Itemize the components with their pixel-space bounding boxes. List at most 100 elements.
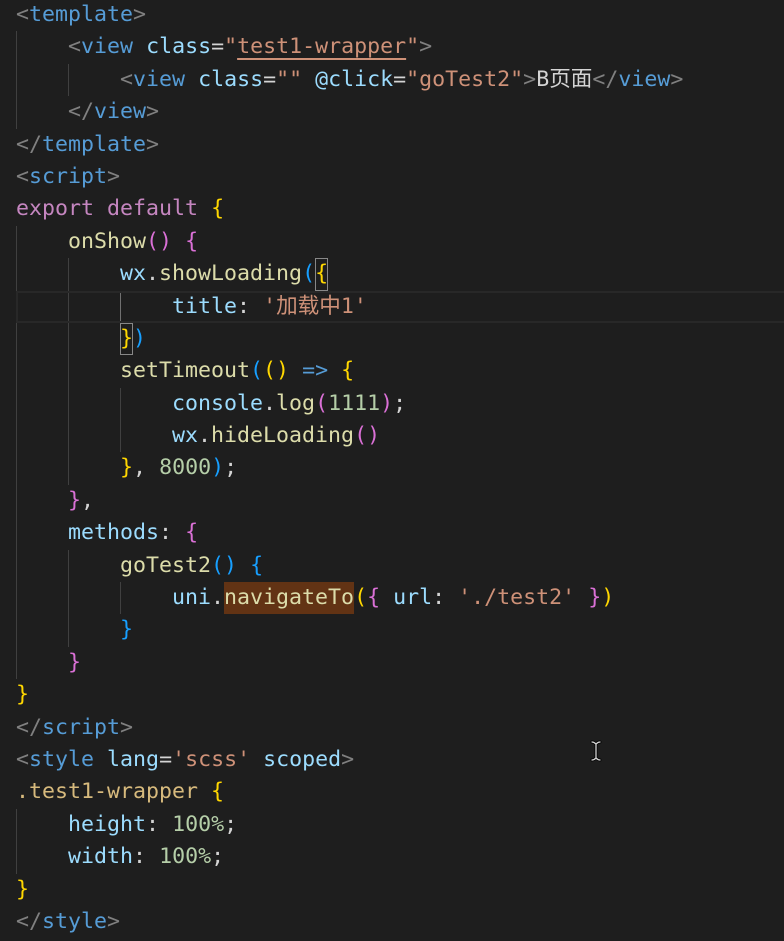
code-token-op[interactable]: =	[211, 34, 224, 59]
code-token-punct[interactable]: <	[120, 67, 133, 92]
code-token-tag[interactable]: template	[29, 2, 133, 27]
code-token-b2[interactable]: ()	[146, 229, 172, 254]
code-token-var[interactable]: console	[172, 391, 263, 416]
code-token-var[interactable]: height	[68, 812, 146, 837]
code-line[interactable]: console.log(1111);	[0, 387, 784, 421]
code-line[interactable]: }, 8000);	[0, 452, 784, 485]
code-token-op[interactable]: =	[263, 67, 276, 92]
code-token-attr[interactable]: class	[198, 67, 263, 92]
code-token-ws[interactable]	[445, 585, 458, 610]
code-line[interactable]: }	[0, 646, 784, 680]
code-token-tag[interactable]: script	[42, 715, 120, 740]
code-token-punct[interactable]: <	[16, 747, 29, 772]
code-token-tag[interactable]: style	[29, 747, 94, 772]
code-token-ws[interactable]	[16, 34, 68, 59]
code-line[interactable]: height: 100%;	[0, 808, 784, 842]
code-token-ws[interactable]	[16, 261, 120, 286]
code-token-punct[interactable]: </	[592, 67, 618, 92]
code-token-punct[interactable]: >	[120, 715, 133, 740]
code-line[interactable]: <view class="test1-wrapper">	[0, 31, 784, 64]
code-token-b1[interactable]: )	[601, 585, 614, 610]
code-editor[interactable]: <template> <view class="test1-wrapper"> …	[0, 0, 784, 941]
code-line[interactable]: }	[0, 614, 784, 647]
code-token-op[interactable]: :	[146, 812, 159, 837]
code-line[interactable]: </style>	[0, 906, 784, 938]
code-line[interactable]: <view class="" @click="goTest2">B页面</vie…	[0, 63, 784, 97]
code-line[interactable]: <template>	[0, 0, 784, 31]
code-token-b3[interactable]: }	[120, 617, 133, 642]
code-line[interactable]: goTest2() {	[0, 549, 784, 583]
code-token-b1[interactable]: ()	[263, 358, 289, 383]
code-token-punct[interactable]: <	[68, 34, 81, 59]
code-token-ws[interactable]	[16, 358, 120, 383]
code-token-b2[interactable]: {	[185, 229, 198, 254]
code-token-b3[interactable]: ()	[211, 553, 237, 578]
code-token-str[interactable]: "	[406, 34, 419, 59]
matched-bracket[interactable]: }	[120, 323, 133, 355]
code-token-op[interactable]: .	[198, 423, 211, 448]
code-token-str[interactable]: "	[224, 34, 237, 59]
code-line[interactable]: title: '加载中1'	[0, 290, 784, 323]
code-line[interactable]: wx.hideLoading()	[0, 420, 784, 453]
code-token-str[interactable]: "goTest2"	[406, 67, 523, 92]
code-token-ws[interactable]	[16, 617, 120, 642]
code-token-ws[interactable]	[16, 812, 68, 837]
code-line[interactable]: })	[0, 322, 784, 356]
code-line[interactable]: onShow() {	[0, 225, 784, 259]
code-token-op[interactable]: ;	[211, 844, 224, 869]
code-token-str[interactable]: './test2'	[458, 585, 575, 610]
code-token-str[interactable]: 'scss'	[172, 747, 250, 772]
code-token-punct[interactable]: >	[107, 909, 120, 934]
code-token-punct[interactable]: </	[16, 909, 42, 934]
code-token-var[interactable]: wx	[120, 261, 146, 286]
code-token-b3[interactable]: (	[302, 261, 315, 286]
code-token-ws[interactable]	[16, 67, 120, 92]
code-token-tag[interactable]: view	[618, 67, 670, 92]
code-token-b2[interactable]: (	[315, 391, 328, 416]
code-token-punct[interactable]: >	[523, 67, 536, 92]
code-line[interactable]: }	[0, 679, 784, 711]
code-token-ws[interactable]	[185, 67, 198, 92]
code-token-ws[interactable]	[16, 455, 120, 480]
code-line[interactable]: },	[0, 484, 784, 518]
code-token-var[interactable]: width	[68, 844, 133, 869]
code-token-attr[interactable]: class	[146, 34, 211, 59]
code-token-punct[interactable]: >	[419, 34, 432, 59]
code-token-b2[interactable]: {	[367, 585, 380, 610]
code-token-str[interactable]: '加载中1'	[263, 294, 367, 319]
code-token-num[interactable]: 100%	[159, 844, 211, 869]
code-line[interactable]: export default {	[0, 193, 784, 225]
code-token-var[interactable]: url	[393, 585, 432, 610]
code-token-ws[interactable]	[250, 294, 263, 319]
code-line[interactable]: wx.showLoading({	[0, 258, 784, 291]
code-token-op[interactable]: .	[146, 261, 159, 286]
code-token-punct[interactable]: </	[16, 715, 42, 740]
code-token-ws[interactable]	[16, 423, 172, 448]
code-token-var[interactable]: uni	[172, 585, 211, 610]
code-token-ws[interactable]	[133, 34, 146, 59]
code-token-punct[interactable]: </	[16, 132, 42, 157]
code-token-b1[interactable]: }	[120, 455, 133, 480]
code-token-punct[interactable]: <	[16, 2, 29, 27]
code-token-fn[interactable]: hideLoading	[211, 423, 354, 448]
code-token-b3[interactable]: {	[250, 553, 263, 578]
code-token-tag[interactable]: view	[81, 34, 133, 59]
code-token-punct[interactable]: </	[68, 99, 94, 124]
code-token-tag[interactable]: style	[42, 909, 107, 934]
code-token-punct[interactable]: <	[16, 164, 29, 189]
code-token-punct[interactable]: >	[107, 164, 120, 189]
code-line[interactable]: methods: {	[0, 517, 784, 550]
code-line[interactable]: </template>	[0, 129, 784, 161]
code-line[interactable]: </script>	[0, 712, 784, 744]
code-token-op[interactable]: =	[393, 67, 406, 92]
code-token-var[interactable]: wx	[172, 423, 198, 448]
code-lines[interactable]: <template> <view class="test1-wrapper"> …	[0, 0, 784, 938]
code-token-ws[interactable]	[380, 585, 393, 610]
code-token-b1[interactable]: (	[354, 585, 367, 610]
code-token-tag[interactable]: view	[94, 99, 146, 124]
code-token-kw[interactable]: export	[16, 196, 94, 221]
code-token-fn[interactable]: goTest2	[120, 553, 211, 578]
code-token-ws[interactable]	[172, 229, 185, 254]
code-token-b3[interactable]: )	[211, 455, 224, 480]
code-token-ws[interactable]	[16, 294, 172, 319]
